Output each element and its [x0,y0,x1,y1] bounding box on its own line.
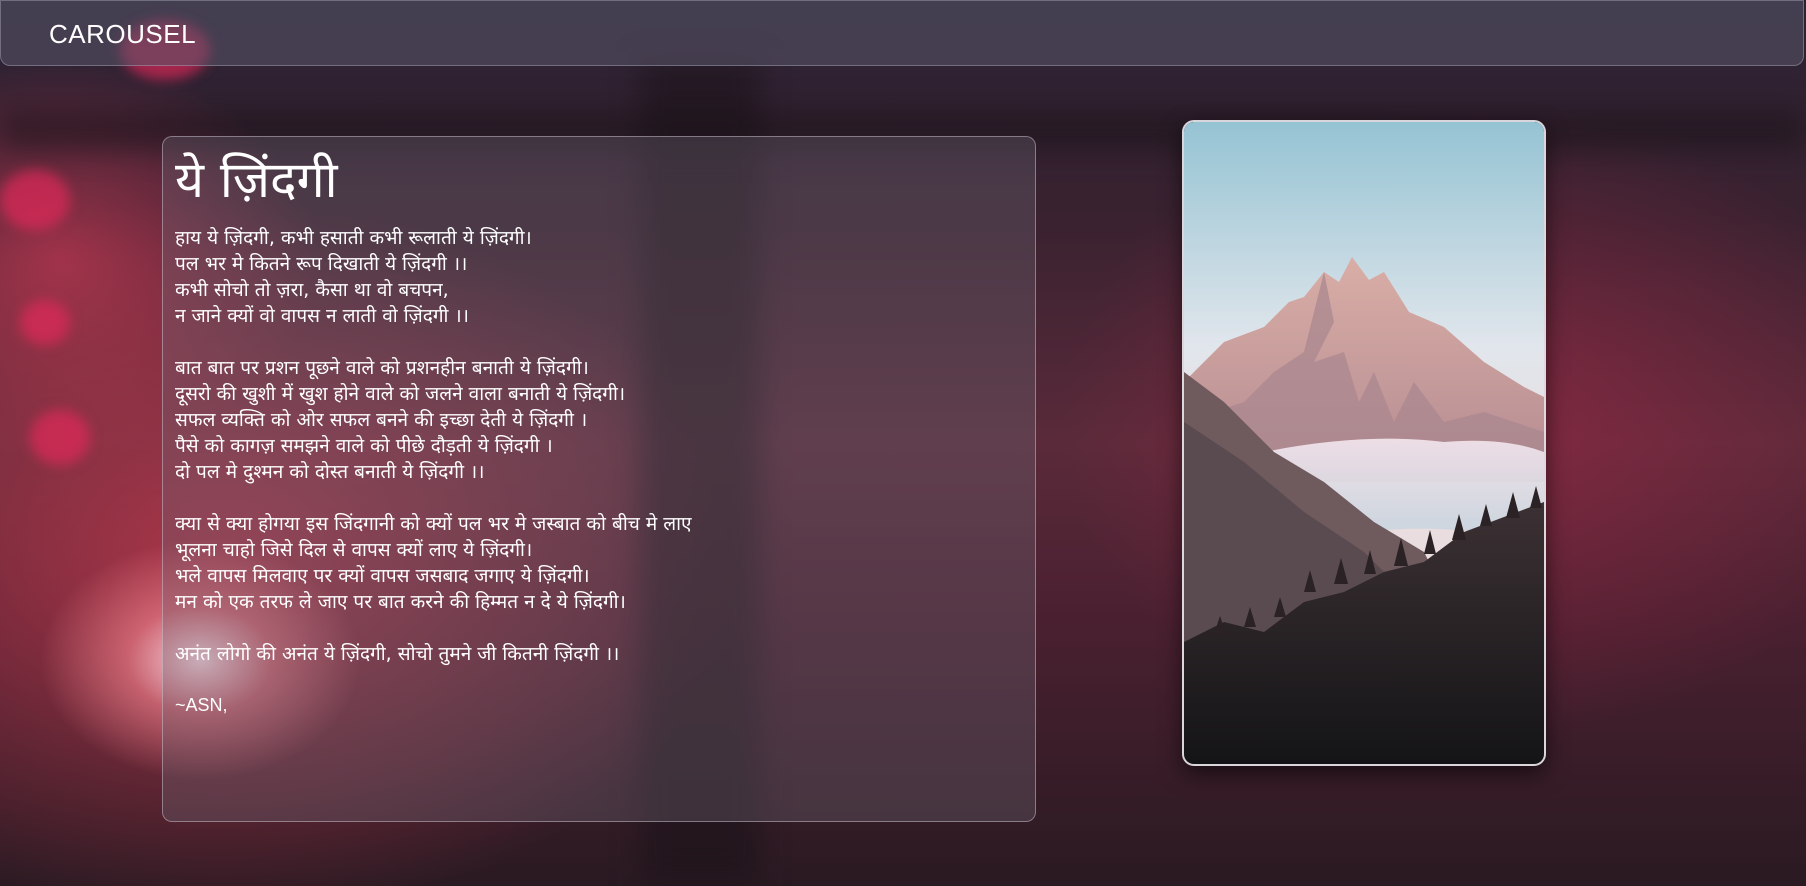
brand-logo-text[interactable]: CAROUSEL [49,19,196,50]
poem-line: हाय ये ज़िंदगी, कभी हसाती कभी रूलाती ये … [175,227,532,249]
poem-line: न जाने क्यों वो वापस न लाती वो ज़िंदगी ।… [175,305,469,327]
poem-line: सफल व्यक्ति को ओर सफल बनने की इच्छा देती… [175,409,588,431]
mountain-landscape-image [1184,122,1544,764]
poem-line: क्या से क्या होगया इस जिंदगानी को क्यों … [175,513,692,535]
poem-stanza: हाय ये ज़िंदगी, कभी हसाती कभी रूलाती ये … [175,225,1023,329]
poem-signature: ~ASN, [175,695,228,715]
carousel-image-card[interactable] [1182,120,1546,766]
poem-line: पल भर मे कितने रूप दिखाती ये ज़िंदगी ।। [175,253,468,275]
poem-title: ये ज़िंदगी [175,151,338,209]
background-blossom [0,170,70,230]
poem-line: पैसे को कागज़ समझने वाले को पीछे दौड़ती … [175,435,553,457]
poem-card: ये ज़िंदगी हाय ये ज़िंदगी, कभी हसाती कभी… [162,136,1036,822]
poem-stanza: क्या से क्या होगया इस जिंदगानी को क्यों … [175,511,1023,615]
poem-line: भले वापस मिलवाए पर क्यों वापस जसबाद जगाए… [175,565,590,587]
poem-stanza: अनंत लोगो की अनंत ये ज़िंदगी, सोचो तुमने… [175,641,1023,667]
poem-line: दो पल मे दुश्मन को दोस्त बनाती ये ज़िंदग… [175,461,485,483]
poem-line: बात बात पर प्रशन पूछने वाले को प्रशनहीन … [175,357,589,379]
background-blossom [30,410,90,465]
poem-line: मन को एक तरफ ले जाए पर बात करने की हिम्म… [175,591,626,613]
background-blossom [20,300,70,345]
top-navbar: CAROUSEL [0,0,1804,66]
poem-line: भूलना चाहो जिसे दिल से वापस क्यों लाए ये… [175,539,533,561]
poem-stanza: बात बात पर प्रशन पूछने वाले को प्रशनहीन … [175,355,1023,485]
poem-line: अनंत लोगो की अनंत ये ज़िंदगी, सोचो तुमने… [175,643,620,665]
poem-line: कभी सोचो तो ज़रा, कैसा था वो बचपन, [175,279,449,301]
page-background: CAROUSEL ये ज़िंदगी हाय ये ज़िंदगी, कभी … [0,0,1806,886]
poem-line: दूसरो की खुशी में खुश होने वाले को जलने … [175,383,626,405]
